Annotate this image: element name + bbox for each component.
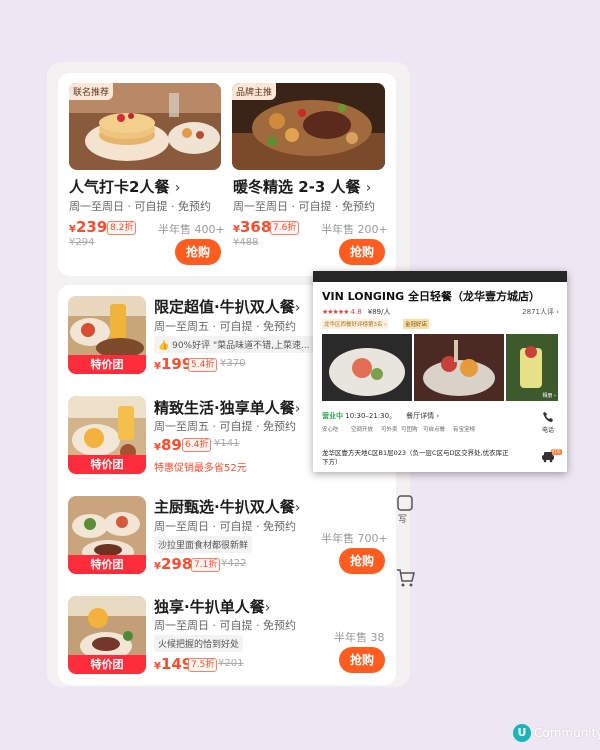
buy-button[interactable]: 抢购 xyxy=(339,239,385,265)
restaurant-detail-link[interactable]: 餐厅详情 › xyxy=(406,412,439,420)
facility-tag: 可外卖 xyxy=(381,427,398,433)
ranking-badge[interactable]: 龙华区西餐好评榜第3名 › xyxy=(322,319,389,329)
discount-badge: 7.1折 xyxy=(191,558,221,572)
taxi-icon[interactable] xyxy=(541,451,555,465)
deal-price: ¥199 xyxy=(154,355,193,373)
deal-conditions: 周一至周日 · 可自提 · 免预约 xyxy=(154,520,296,533)
deal-thumbnail[interactable]: 特价团 xyxy=(68,496,146,574)
facility-tag: 可团购 xyxy=(401,427,418,433)
deal-conditions: 周一至周日 · 可自提 · 免预约 xyxy=(69,200,211,213)
buy-button[interactable]: 抢购 xyxy=(175,239,221,265)
chevron-right-icon: › xyxy=(174,180,181,196)
special-offer-ribbon: 特价团 xyxy=(68,355,146,374)
restaurant-address[interactable]: 龙华区壹方天地C区B1层023（负一层C区与D区交界处,优衣库正下方） xyxy=(322,449,512,467)
status-bar xyxy=(313,271,567,282)
chevron-right-icon: › xyxy=(264,600,271,616)
sales-count: 半年售 400+ xyxy=(158,223,225,236)
deal-conditions: 周一至周日 · 可自提 · 免预约 xyxy=(154,619,296,632)
deal-thumbnail[interactable]: 特价团 xyxy=(68,596,146,674)
restaurant-info-card[interactable]: VIN LONGING 全日轻餐（龙华壹方城店） ★★★★★ 4.8 ¥89/人 … xyxy=(313,271,567,472)
buy-button[interactable]: 抢购 xyxy=(339,647,385,673)
chevron-right-icon: › xyxy=(294,500,301,516)
discount-badge: 7.5折 xyxy=(188,658,218,672)
original-price: ¥488 xyxy=(233,237,259,248)
buy-button[interactable]: 抢购 xyxy=(339,548,385,574)
deal-badge: 联名推荐 xyxy=(69,83,114,100)
cart-icon[interactable] xyxy=(394,566,418,590)
deal-title[interactable]: 精致生活·独享单人餐› xyxy=(154,397,300,418)
deal-title[interactable]: 人气打卡2人餐 › xyxy=(69,176,180,197)
quality-badge: 金冠好店 xyxy=(403,319,430,329)
chevron-right-icon: › xyxy=(294,300,301,316)
facility-tag: 可自点餐 xyxy=(423,427,446,433)
sales-count: 半年售 700+ xyxy=(321,532,388,545)
chevron-right-icon: › xyxy=(294,401,301,417)
restaurant-photo[interactable] xyxy=(414,334,504,401)
deal-title[interactable]: 限定超值·牛扒双人餐› xyxy=(154,296,300,317)
deal-title[interactable]: 暖冬精选 2-3 人餐 › xyxy=(233,176,371,197)
original-price: ¥370 xyxy=(220,358,246,369)
deal-title[interactable]: 主厨甄选·牛扒双人餐› xyxy=(154,496,300,517)
phone-button[interactable]: 电话 xyxy=(535,411,561,441)
phone-icon xyxy=(543,412,553,422)
facility-tag: 安心吃 xyxy=(322,427,339,433)
star-rating-icon: ★★★★★ xyxy=(322,308,349,316)
deal-title[interactable]: 独享·牛扒单人餐› xyxy=(154,596,270,617)
discount-badge: 5.4折 xyxy=(188,358,218,372)
review-snippet: 👍 90%好评 "菜品味道不错,上菜速... xyxy=(154,336,314,353)
special-offer-ribbon: 特价团 xyxy=(68,555,146,574)
special-offer-ribbon: 特价团 xyxy=(68,655,146,674)
original-price: ¥141 xyxy=(214,438,240,449)
original-price: ¥294 xyxy=(69,237,95,248)
u-community-logo-icon: U xyxy=(513,724,531,742)
facility-tag: 空调开放 xyxy=(351,427,374,433)
deal-price: ¥149 xyxy=(154,655,193,673)
deal-conditions: 周一至周五 · 可自提 · 免预约 xyxy=(154,320,296,333)
discount-badge: 7.6折 xyxy=(270,221,300,235)
deal-image[interactable]: 品牌主推 xyxy=(232,83,385,170)
promo-text: 特惠促销最多省52元 xyxy=(154,463,247,474)
review-count[interactable]: 2871人评 › xyxy=(522,307,559,317)
original-price: ¥201 xyxy=(218,658,244,669)
write-review-icon[interactable]: 写 xyxy=(394,494,418,525)
business-hours: 营业中 10:30–21:30。 餐厅详情 › xyxy=(322,412,440,420)
sales-count: 半年售 200+ xyxy=(321,223,388,236)
review-snippet: 火候把握的恰到好处 xyxy=(154,635,244,652)
deal-price: ¥239 xyxy=(69,218,108,236)
discount-badge: 6.4折 xyxy=(182,438,212,452)
deal-badge: 品牌主推 xyxy=(232,83,277,100)
deal-thumbnail[interactable]: 特价团 xyxy=(68,296,146,374)
deal-price: ¥89 xyxy=(154,436,182,454)
review-snippet: 沙拉里面食材都很新鲜 xyxy=(154,536,253,553)
deal-thumbnail[interactable]: 特价团 xyxy=(68,396,146,474)
sales-count: 半年售 38 xyxy=(334,631,385,644)
restaurant-name: VIN LONGING 全日轻餐（龙华壹方城店） xyxy=(322,290,541,303)
chevron-right-icon: › xyxy=(365,180,372,196)
watermark-text: Community xyxy=(534,726,600,740)
discount-badge: 8.2折 xyxy=(107,221,137,235)
deal-price: ¥368 xyxy=(233,218,272,236)
special-offer-ribbon: 特价团 xyxy=(68,455,146,474)
deal-conditions: 周一至周日 · 可自提 · 免预约 xyxy=(233,200,375,213)
original-price: ¥422 xyxy=(221,558,247,569)
deal-image[interactable]: 联名推荐 xyxy=(69,83,221,170)
restaurant-photo[interactable] xyxy=(322,334,412,401)
thumbs-up-icon: 👍 xyxy=(158,341,170,351)
rating-row: ★★★★★ 4.8 ¥89/人 xyxy=(322,308,391,316)
facility-tag: 有宝宝椅 xyxy=(453,427,476,433)
restaurant-photo[interactable]: 相册 › xyxy=(506,334,558,401)
deal-conditions: 周一至周五 · 可自提 · 免预约 xyxy=(154,420,296,433)
svg-text:写: 写 xyxy=(398,514,407,525)
album-link[interactable]: 相册 › xyxy=(542,392,556,399)
deal-price: ¥298 xyxy=(154,555,193,573)
